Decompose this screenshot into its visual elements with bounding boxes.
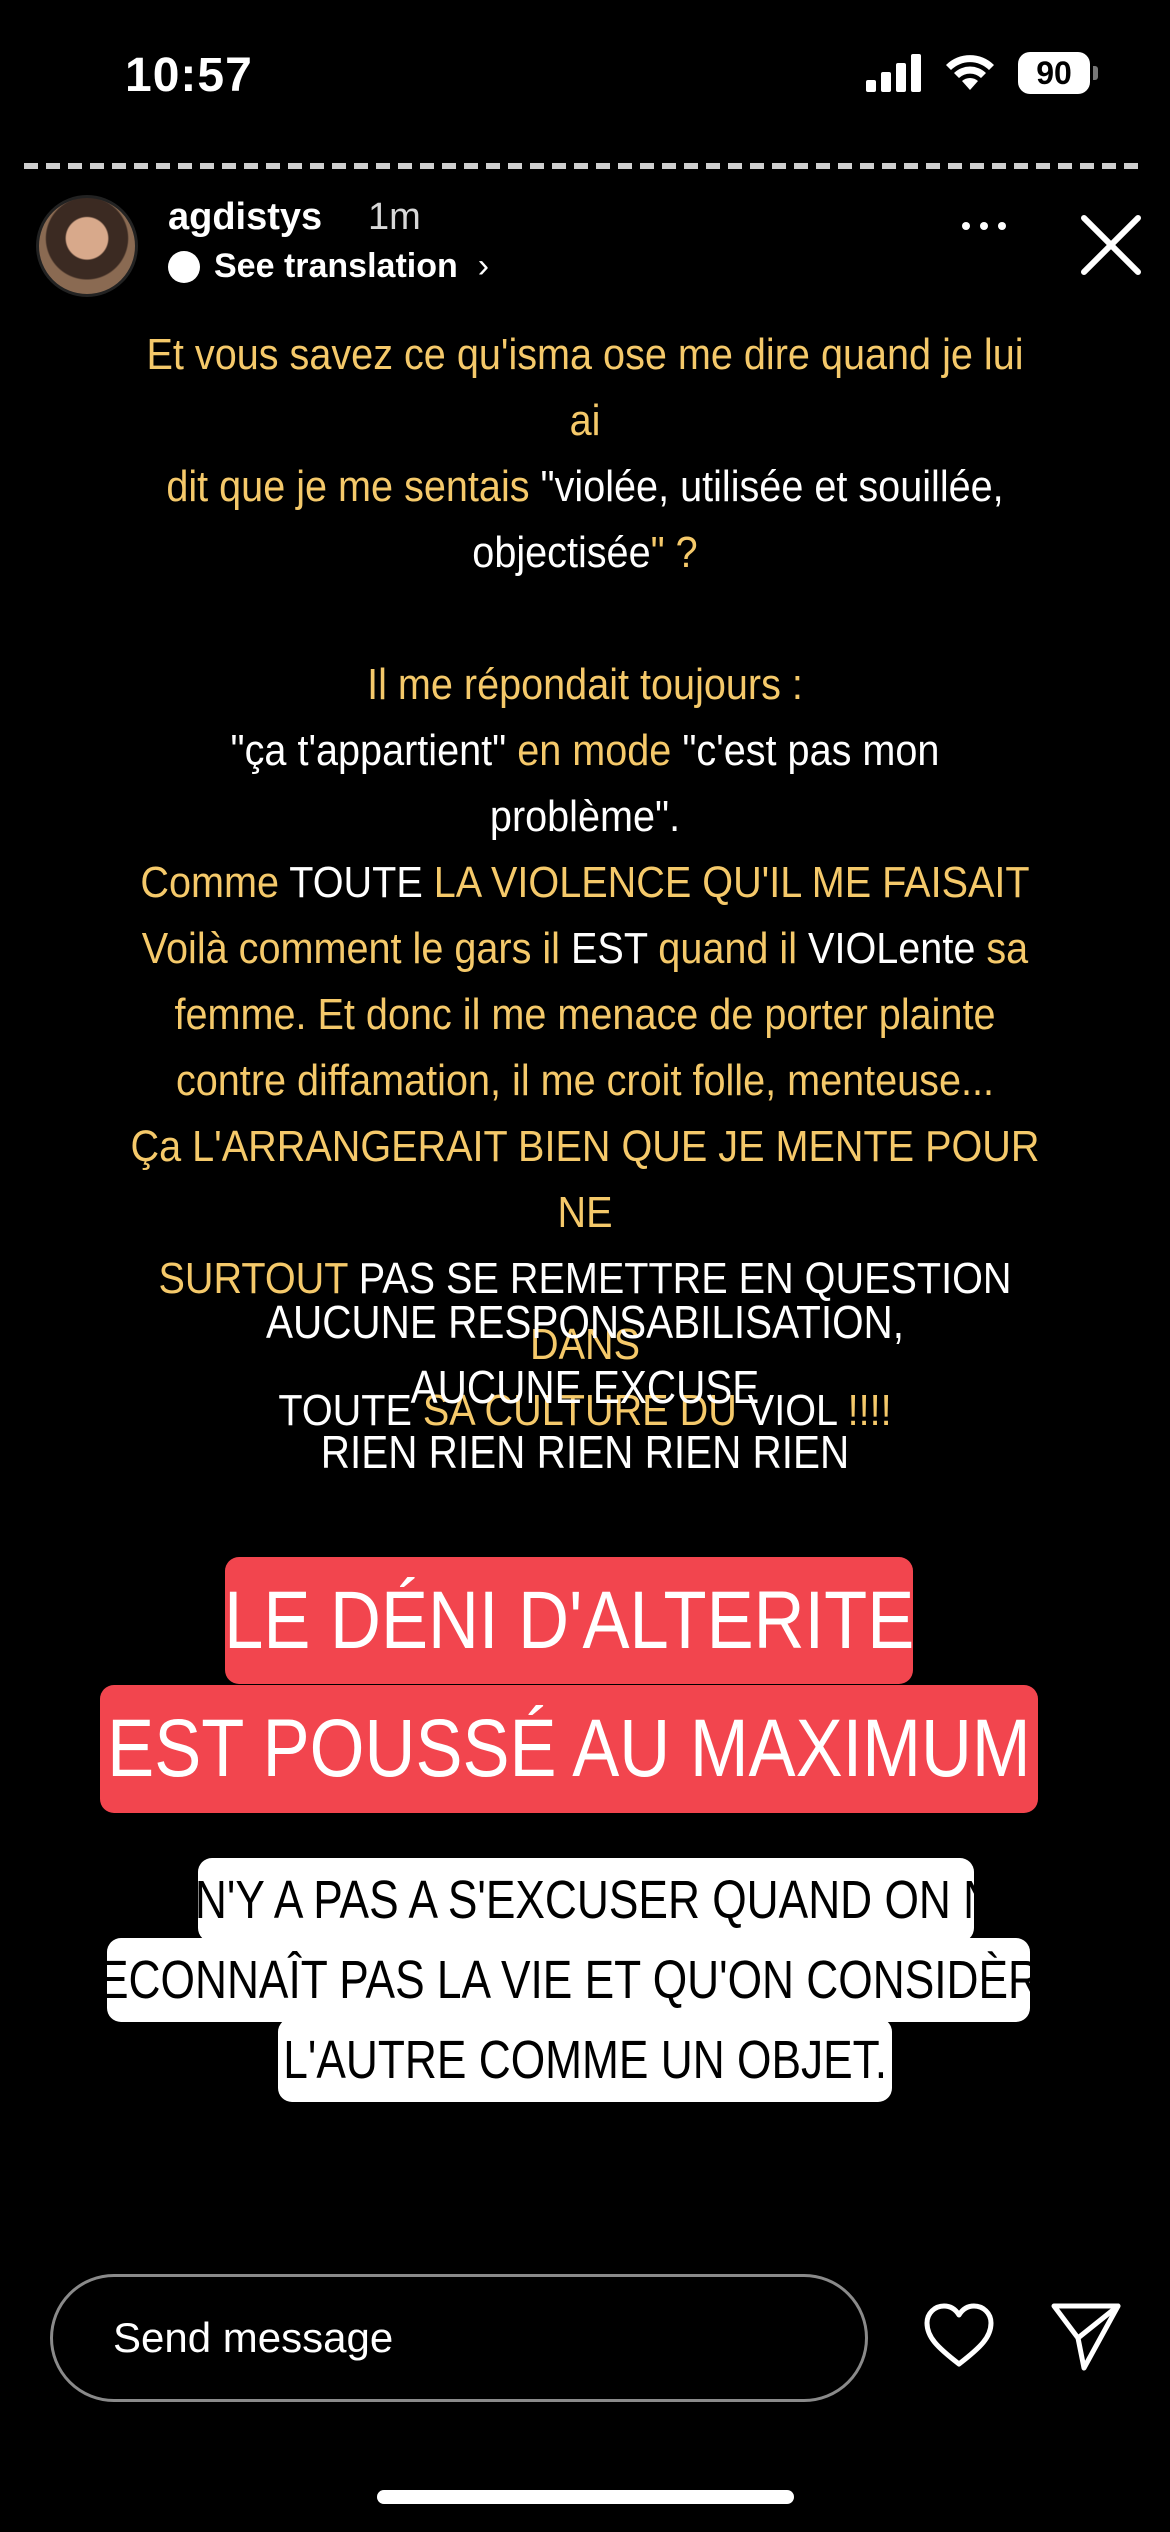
story-line: femme. Et donc il me menace de porter pl…: [131, 982, 1040, 1048]
story-segment: "ça t'appartient": [230, 726, 518, 775]
story-segment: dit que je me sentais: [166, 462, 541, 511]
caps-line: AUCUNE EXCUSE: [410, 1361, 760, 1413]
story-line: Voilà comment le gars il EST quand il VI…: [131, 916, 1040, 982]
status-time: 10:57: [125, 49, 253, 102]
story-segment: TOUTE: [289, 858, 434, 907]
story-segment: Ça L'ARRANGERAIT BIEN QUE JE MENTE POUR …: [130, 1122, 1040, 1237]
caps-line: RIEN RIEN RIEN RIEN RIEN: [320, 1426, 850, 1478]
red-highlight-line: EST POUSSÉ AU MAXIMUM: [100, 1685, 1038, 1813]
story-segment: VIOLente: [808, 924, 987, 973]
story-segment: femme. Et donc il me menace de porter pl…: [174, 990, 996, 1039]
story-line: "ça t'appartient" en mode "c'est pas mon: [131, 718, 1040, 784]
see-translation-button[interactable]: See translation ›: [168, 247, 489, 286]
story-segment: problème".: [489, 792, 681, 841]
send-message-input[interactable]: Send message: [50, 2274, 868, 2402]
caps-line: AUCUNE RESPONSABILISATION,: [265, 1296, 905, 1348]
story-segment: objectisée: [472, 528, 651, 577]
signal-icon: [866, 54, 921, 92]
story-line: dit que je me sentais "violée, utilisée …: [131, 454, 1040, 520]
wifi-icon: [946, 55, 994, 90]
story-line: Comme TOUTE LA VIOLENCE QU'IL ME FAISAIT: [131, 850, 1040, 916]
battery-icon: 90: [1018, 52, 1098, 94]
story-line: problème".: [131, 784, 1040, 850]
story-segment: " ?: [650, 528, 698, 577]
story-line: Ça L'ARRANGERAIT BIEN QUE JE MENTE POUR …: [131, 1114, 1040, 1246]
story-segment: "violée, utilisée et souillée,: [540, 462, 1004, 511]
white-highlight-line: L'AUTRE COMME UN OBJET.: [278, 2018, 892, 2102]
status-icons: 90: [866, 52, 1098, 94]
chevron-right-icon: ›: [477, 247, 490, 285]
story-segment: contre diffamation, il me croit folle, m…: [175, 1056, 995, 1105]
story-line: contre diffamation, il me croit folle, m…: [131, 1048, 1040, 1114]
share-icon[interactable]: [1048, 2300, 1124, 2372]
story-segment: Et vous savez ce qu'isma ose me dire qua…: [146, 330, 1024, 445]
close-icon[interactable]: [1076, 210, 1146, 280]
story-segment: Voilà comment le gars il: [141, 924, 571, 973]
heart-icon[interactable]: [922, 2302, 996, 2370]
story-segment: "c'est pas mon: [682, 726, 940, 775]
story-segment: quand il: [658, 924, 809, 973]
caps-text: AUCUNE RESPONSABILISATION, AUCUNE EXCUSE…: [141, 1290, 1030, 1485]
story-segment: Comme: [140, 858, 290, 907]
story-segment: LA VIOLENCE QU'IL ME FAISAIT: [433, 858, 1030, 907]
story-line: Et vous savez ce qu'isma ose me dire qua…: [131, 322, 1040, 454]
send-message-placeholder: Send message: [113, 2314, 394, 2361]
avatar[interactable]: [36, 195, 138, 297]
story-segment: EST: [570, 924, 659, 973]
post-time: 1m: [368, 196, 421, 238]
story-text: Et vous savez ce qu'isma ose me dire qua…: [131, 322, 1040, 1444]
story-segment: en mode: [517, 726, 683, 775]
username[interactable]: agdistys: [168, 196, 322, 239]
story-line: objectisée" ?: [131, 520, 1040, 586]
story-line: Il me répondait toujours :: [131, 652, 1040, 718]
home-indicator: [377, 2490, 794, 2504]
white-highlight-line: IL N'Y A PAS A S'EXCUSER QUAND ON NE: [147, 1858, 1025, 1942]
see-translation-label: See translation: [214, 247, 458, 285]
story-paragraph-1: Et vous savez ce qu'isma ose me dire qua…: [131, 322, 1040, 586]
story-progress-bar: [24, 163, 1146, 169]
story-segment: sa: [986, 924, 1029, 973]
white-highlight-line: RECONNAÎT PAS LA VIE ET QU'ON CONSIDÈRE: [67, 1938, 1070, 2022]
more-icon[interactable]: [962, 222, 1006, 230]
red-highlight-line: LE DÉNI D'ALTERITE: [224, 1557, 914, 1684]
story-segment: Il me répondait toujours :: [367, 660, 803, 709]
translate-icon: [168, 250, 200, 283]
